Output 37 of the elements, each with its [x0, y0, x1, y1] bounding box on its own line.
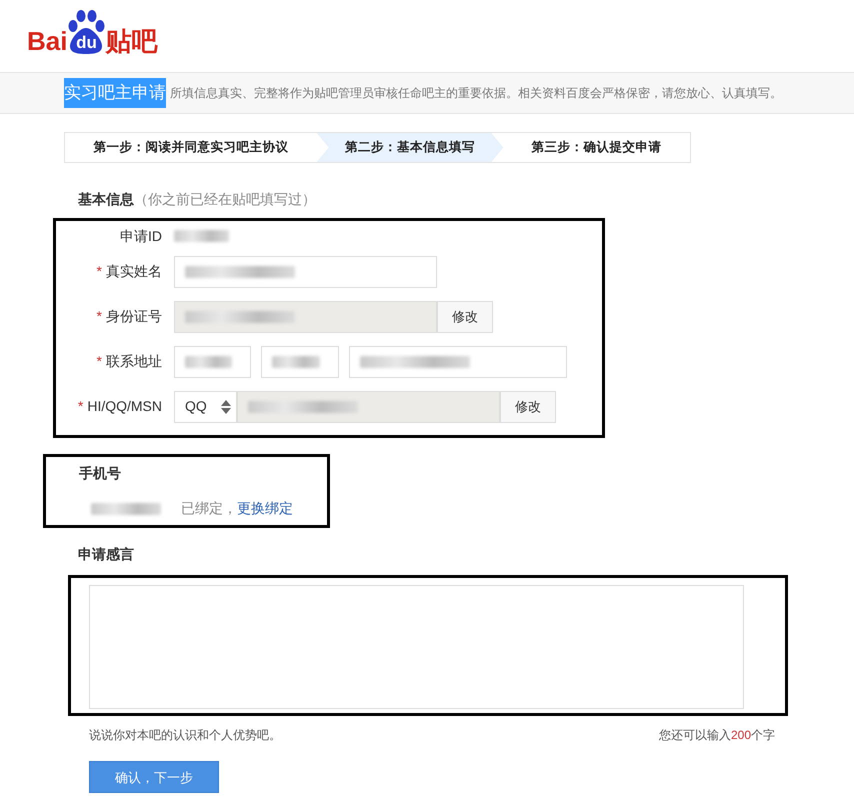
step-tab[interactable]: 第三步：确认提交申请 [503, 133, 690, 162]
section-heading: 手机号 [79, 464, 122, 483]
spinner-icon [220, 398, 232, 414]
field-label: HI/QQ/MSN [87, 398, 162, 414]
required-mark: * [78, 398, 84, 414]
logo-text: 贴吧 [105, 28, 158, 54]
bind-status: 已绑定， [181, 499, 237, 518]
input-field[interactable] [174, 256, 437, 288]
change-binding-link[interactable]: 更换绑定 [237, 498, 293, 519]
counter-text: 个字 [751, 727, 775, 744]
page-title: 实习吧主申请 [64, 78, 166, 108]
input-field[interactable] [349, 346, 567, 378]
field-label: 申请ID [120, 228, 162, 244]
counter-text: 您还可以输入 [658, 727, 731, 744]
edit-button[interactable]: 修改 [437, 300, 493, 332]
step-tab[interactable]: 第一步：阅读并同意实习吧主协议 [65, 133, 317, 162]
select-value: QQ [185, 397, 207, 416]
intro-text: 所填信息真实、完整将作为贴吧管理员审核任命吧主的重要依据。相关资料百度会严格保密，请您放心、认真填写。 [170, 85, 782, 102]
required-mark: * [96, 308, 102, 324]
section-note: （你之前已经在贴吧填写过） [134, 190, 316, 209]
input-field[interactable] [174, 346, 251, 378]
field-label: 联系地址 [106, 353, 162, 369]
message-textarea[interactable] [89, 585, 744, 709]
input-field[interactable] [261, 346, 339, 378]
logo-text: Bai [27, 28, 68, 54]
required-mark: * [96, 263, 102, 279]
logo-paw: du [67, 10, 106, 54]
select-field[interactable]: QQ [174, 390, 237, 422]
section-heading: 申请感言 [78, 545, 134, 564]
hint-text: 说说你对本吧的认识和个人优势吧。 [89, 727, 281, 744]
section-heading: 基本信息 [78, 190, 134, 209]
counter-count: 200 [730, 727, 751, 744]
required-mark: * [96, 353, 102, 369]
field-label: 身份证号 [106, 308, 162, 324]
step-tab[interactable]: 第二步：基本信息填写 [316, 133, 504, 162]
field-label: 真实姓名 [106, 263, 162, 279]
edit-button[interactable]: 修改 [500, 390, 556, 422]
